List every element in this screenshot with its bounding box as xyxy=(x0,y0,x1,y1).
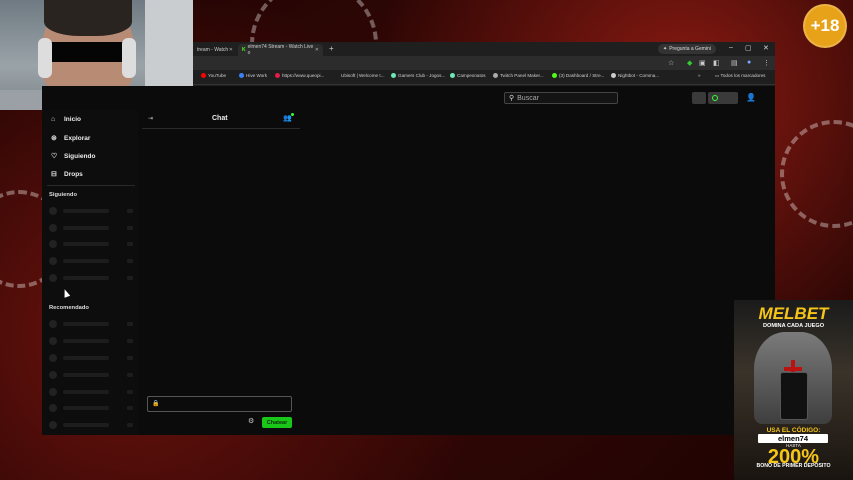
twitch-icon xyxy=(493,73,498,79)
menu-icon[interactable]: ⋮ xyxy=(763,59,770,67)
site-icon xyxy=(450,73,455,79)
bookmarks-bar: YouTube Hive Work https://www.queopi... … xyxy=(193,70,775,85)
divider xyxy=(47,185,135,186)
sidebar-item-inicio[interactable]: ⌂ Inicio xyxy=(51,116,81,123)
gemini-button[interactable]: ✦ Pregunta a Gemini xyxy=(658,44,716,54)
maximize-button[interactable]: ▢ xyxy=(745,44,752,52)
bookmark-item[interactable]: Gamers Club - Jogos... xyxy=(391,73,445,79)
top-bar: ⚲ Buscar xyxy=(194,86,775,110)
address-bar[interactable]: ☆ ◆ ▣ ◧ ▤ ● ⋮ xyxy=(193,56,775,70)
youtube-icon xyxy=(201,73,206,79)
skeleton-row xyxy=(49,337,137,345)
streamer-hair xyxy=(44,0,132,36)
gemini-label: Pregunta a Gemini xyxy=(669,46,711,52)
bookmark-item[interactable]: Ubisoft | Welcome t... xyxy=(341,73,385,78)
skeleton-row xyxy=(49,207,137,215)
age-badge: +18 xyxy=(803,4,847,48)
browser-tab[interactable]: tream - Watch ✕ xyxy=(193,44,237,56)
chat-users-icon[interactable]: 👥 xyxy=(283,113,294,122)
lock-icon: 🔒 xyxy=(152,401,160,407)
melbet-ad: MELBET DOMINA CADA JUEGO USA EL CÓDIGO: … xyxy=(734,300,853,480)
phone-image xyxy=(780,372,808,420)
sidebar-item-siguiendo[interactable]: ♡ Siguiendo xyxy=(51,152,95,161)
melbet-logo: MELBET xyxy=(758,304,829,323)
skeleton-row xyxy=(49,404,137,412)
search-input[interactable]: ⚲ Buscar xyxy=(504,92,618,104)
search-icon: ⚲ xyxy=(509,95,515,102)
chat-header: ⇥ Chat 👥 xyxy=(142,110,300,129)
bookmark-item[interactable]: Nightbot - Comma... xyxy=(611,73,659,79)
skeleton-row xyxy=(49,421,137,429)
bookmark-item[interactable]: (3) Dashboard / Stre... xyxy=(552,73,604,79)
tab-label: elmen74 Stream - Watch Live o xyxy=(247,44,314,56)
promo-code: elmen74 xyxy=(758,434,828,443)
extension-icon[interactable]: ◧ xyxy=(713,59,720,67)
gift-icon: ⊟ xyxy=(51,171,57,178)
collapse-chat-icon[interactable]: ⇥ xyxy=(148,115,153,122)
headphone-right xyxy=(122,38,136,78)
extension-icon[interactable]: ▣ xyxy=(699,59,706,67)
headphone-left xyxy=(38,38,52,78)
sidebar: ⌂ Inicio ⊛ Explorar ♡ Siguiendo ⊟ Drops … xyxy=(42,110,138,435)
skeleton-row xyxy=(49,274,137,282)
sunglasses xyxy=(44,42,130,62)
extension-icon[interactable]: ◆ xyxy=(687,59,692,67)
skeleton-row xyxy=(49,371,137,379)
sidebar-item-drops[interactable]: ⊟ Drops xyxy=(51,170,83,179)
star-icon[interactable]: ☆ xyxy=(668,59,674,67)
bookmarks-more[interactable]: » xyxy=(698,73,701,78)
sparkle-icon: ✦ xyxy=(663,46,668,52)
browser-window: tream - Watch ✕ K elmen74 Stream - Watch… xyxy=(193,42,775,86)
home-icon: ⌂ xyxy=(51,116,56,123)
bookmark-item[interactable]: https://www.queopi... xyxy=(275,73,324,79)
placeholder-button[interactable] xyxy=(708,92,738,104)
ad-tagline: DOMINA CADA JUEGO xyxy=(762,323,825,329)
heart-icon: ♡ xyxy=(51,153,58,160)
kick-icon: K xyxy=(242,47,246,53)
extension-icon[interactable]: ▤ xyxy=(731,59,738,67)
browser-tab-active[interactable]: K elmen74 Stream - Watch Live o ✕ xyxy=(238,44,323,56)
skeleton-row xyxy=(49,224,137,232)
nightbot-icon xyxy=(611,73,616,79)
bookmark-item[interactable]: YouTube xyxy=(201,73,226,79)
hive-icon xyxy=(239,73,244,79)
placeholder-button[interactable] xyxy=(692,92,706,104)
skeleton-row xyxy=(49,240,137,248)
chat-panel: ⇥ Chat 👥 🔒 ⚙ Chatear xyxy=(142,110,300,435)
site-icon xyxy=(275,73,280,79)
close-icon[interactable]: ✕ xyxy=(229,47,233,53)
gear-icon[interactable]: ⚙ xyxy=(248,417,254,425)
site-icon xyxy=(391,73,396,79)
skeleton-row xyxy=(49,320,137,328)
kick-page: ⚲ Buscar 👤 ⌂ Inicio ⊛ Explorar ♡ Siguien… xyxy=(42,86,775,435)
profile-icon[interactable]: ● xyxy=(747,59,751,66)
sidebar-item-explorar[interactable]: ⊛ Explorar xyxy=(51,134,90,143)
kick-icon xyxy=(552,73,557,79)
user-icon[interactable]: 👤 xyxy=(746,93,756,102)
tab-label: tream - Watch xyxy=(197,47,229,53)
skeleton-row xyxy=(49,257,137,265)
bookmark-item[interactable]: Campeonatos xyxy=(450,73,486,79)
bonus-text: BONO DE PRIMER DEPÓSITO xyxy=(756,463,831,469)
bookmark-item[interactable]: Hive Work xyxy=(239,73,267,79)
minimize-button[interactable]: – xyxy=(729,44,733,51)
bookmark-item[interactable]: Twitch Panel Maker... xyxy=(493,73,544,79)
send-chat-button[interactable]: Chatear xyxy=(262,417,292,428)
section-title-recommended: Recomendado xyxy=(49,305,89,311)
skeleton-row xyxy=(49,354,137,362)
skeleton-row xyxy=(49,388,137,396)
close-icon[interactable]: ✕ xyxy=(315,47,319,53)
code-label: USA EL CÓDIGO: xyxy=(766,427,821,434)
compass-icon: ⊛ xyxy=(51,135,57,142)
section-title-following: Siguiendo xyxy=(49,192,78,198)
chat-input[interactable]: 🔒 xyxy=(147,396,292,412)
search-placeholder: Buscar xyxy=(517,94,539,102)
close-window-button[interactable]: ✕ xyxy=(763,44,769,52)
chat-title: Chat xyxy=(212,115,228,122)
status-ring-icon xyxy=(712,95,718,101)
all-bookmarks[interactable]: ▭ Todos los marcadores xyxy=(715,73,765,79)
new-tab-button[interactable]: + xyxy=(329,44,334,53)
tab-bar: tream - Watch ✕ K elmen74 Stream - Watch… xyxy=(193,42,775,56)
